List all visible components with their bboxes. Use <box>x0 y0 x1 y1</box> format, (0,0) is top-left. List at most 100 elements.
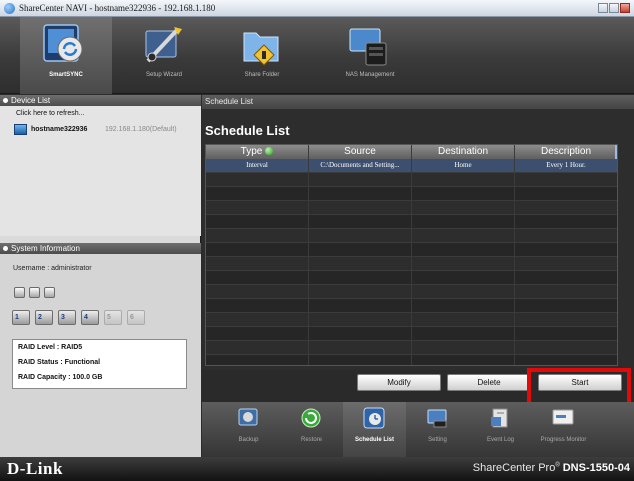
minimize-button[interactable] <box>598 3 608 13</box>
toolbar-item-share-folder[interactable]: Share Folder <box>216 17 308 94</box>
cell-source: C:\Documents and Setting... <box>309 159 412 172</box>
toolbar-item-nas-management[interactable]: NAS Management <box>324 17 416 94</box>
restore-icon <box>301 408 321 428</box>
trademark-mark: ® <box>555 462 560 469</box>
system-information: Username : administrator 1 2 3 4 5 6 RAI… <box>0 254 201 457</box>
disk-number: 5 <box>107 314 111 321</box>
window-title: ShareCenter NAVI - hostname322936 - 192.… <box>19 3 216 13</box>
column-header-source[interactable]: Source <box>309 145 412 159</box>
device-item[interactable]: hostname322936 192.168.1.180(Default) <box>14 124 201 137</box>
task-backup[interactable]: Backup <box>217 402 280 457</box>
table-row-empty <box>206 257 617 271</box>
cell-destination: Home <box>412 159 515 172</box>
raid-info: RAID Level : RAID5 RAID Status : Functio… <box>12 339 187 389</box>
disk-number: 3 <box>61 314 65 321</box>
toolbar-item-label: SmartSYNC <box>49 72 83 78</box>
task-setting[interactable]: Setting <box>406 402 469 457</box>
toolbar-item-label: Setup Wizard <box>145 72 182 78</box>
table-row[interactable]: Interval C:\Documents and Setting... Hom… <box>206 159 617 173</box>
app-icon <box>4 3 15 14</box>
table-body: Interval C:\Documents and Setting... Hom… <box>206 159 617 365</box>
refresh-link[interactable]: Click here to refresh... <box>16 110 84 117</box>
title-bar: ShareCenter NAVI - hostname322936 - 192.… <box>0 0 634 17</box>
raid-status: RAID Status : Functional <box>18 359 101 366</box>
toolbar-item-label: Share Folder <box>244 72 280 78</box>
table-row-empty <box>206 229 617 243</box>
toolbar-item-label: NAS Management <box>345 72 395 78</box>
task-progress-monitor[interactable]: Progress Monitor <box>532 402 595 457</box>
task-restore[interactable]: Restore <box>280 402 343 457</box>
info-icon[interactable] <box>29 287 40 298</box>
column-header-type[interactable]: Type <box>206 145 309 159</box>
task-label: Schedule List <box>354 437 394 443</box>
disk-6-icon[interactable]: 6 <box>127 310 145 325</box>
disk-number: 4 <box>84 314 88 321</box>
system-info-header: System Information <box>0 243 201 254</box>
section-bullet-icon <box>3 246 8 251</box>
delete-button[interactable]: Delete <box>447 374 531 391</box>
table-row-empty <box>206 327 617 341</box>
table-row-empty <box>206 285 617 299</box>
table-row-empty <box>206 341 617 355</box>
disk-2-icon[interactable]: 2 <box>35 310 53 325</box>
modify-button[interactable]: Modify <box>357 374 441 391</box>
disk-number: 6 <box>130 314 134 321</box>
username-label: Username : administrator <box>13 265 92 272</box>
toolbar-item-smartsync[interactable]: SmartSYNC <box>20 17 112 94</box>
setting-icon <box>427 409 447 428</box>
column-label: Type <box>240 146 263 157</box>
product-name: ShareCenter Pro® DNS-1550-04 <box>473 462 630 474</box>
footer: D-Link ShareCenter Pro® DNS-1550-04 <box>0 457 634 481</box>
task-event-log[interactable]: Event Log <box>469 402 532 457</box>
progress-monitor-icon <box>552 409 574 425</box>
left-panel: Device List Click here to refresh... hos… <box>0 95 201 457</box>
column-header-description[interactable]: Description <box>515 145 617 159</box>
usb-icon[interactable] <box>44 287 55 298</box>
cell-type: Interval <box>206 159 309 172</box>
model-number: DNS-1550-04 <box>562 462 630 474</box>
disk-number: 1 <box>15 314 19 321</box>
maximize-button[interactable] <box>609 3 619 13</box>
schedule-table: Type Source Destination Description Inte… <box>205 144 618 366</box>
breadcrumb: Schedule List <box>202 95 634 109</box>
table-row-empty <box>206 187 617 201</box>
share-folder-icon <box>243 32 279 66</box>
system-info-title: System Information <box>11 244 80 253</box>
disk-4-icon[interactable]: 4 <box>81 310 99 325</box>
table-row-empty <box>206 271 617 285</box>
status-icons <box>14 287 55 298</box>
task-schedule-list[interactable]: Schedule List <box>343 402 406 457</box>
computer-icon <box>14 124 27 135</box>
main-toolbar: SmartSYNC Setup Wizard Share Folder NAS … <box>0 17 634 94</box>
close-button[interactable] <box>620 3 630 13</box>
scrollbar[interactable] <box>615 145 617 159</box>
table-row-empty <box>206 313 617 327</box>
sync-computer-icon <box>43 24 83 62</box>
task-label: Progress Monitor <box>540 437 587 443</box>
table-header: Type Source Destination Description <box>206 145 617 159</box>
task-label: Event Log <box>486 437 515 443</box>
product-label: ShareCenter Pro <box>472 462 556 474</box>
page-title: Schedule List <box>205 123 290 138</box>
raid-level: RAID Level : RAID5 <box>18 344 83 351</box>
device-list-header: Device List <box>0 95 201 106</box>
backup-icon <box>238 408 258 426</box>
column-header-destination[interactable]: Destination <box>412 145 515 159</box>
disk-1-icon[interactable]: 1 <box>12 310 30 325</box>
disk-5-icon[interactable]: 5 <box>104 310 122 325</box>
wand-tools-icon <box>145 27 182 63</box>
toolbar-item-setup-wizard[interactable]: Setup Wizard <box>118 17 210 94</box>
window-controls <box>598 3 630 13</box>
raid-capacity: RAID Capacity : 100.0 GB <box>18 374 103 381</box>
add-schedule-icon[interactable] <box>265 147 274 156</box>
dlink-logo: D-Link <box>7 459 63 478</box>
fan-status-icon[interactable] <box>14 287 25 298</box>
device-ip: 192.168.1.180(Default) <box>105 126 177 133</box>
table-row-empty <box>206 299 617 313</box>
device-hostname: hostname322936 <box>31 126 88 133</box>
disk-3-icon[interactable]: 3 <box>58 310 76 325</box>
task-label: Setting <box>428 437 447 443</box>
event-log-icon <box>491 408 508 428</box>
section-bullet-icon <box>3 98 8 103</box>
table-row-empty <box>206 201 617 215</box>
